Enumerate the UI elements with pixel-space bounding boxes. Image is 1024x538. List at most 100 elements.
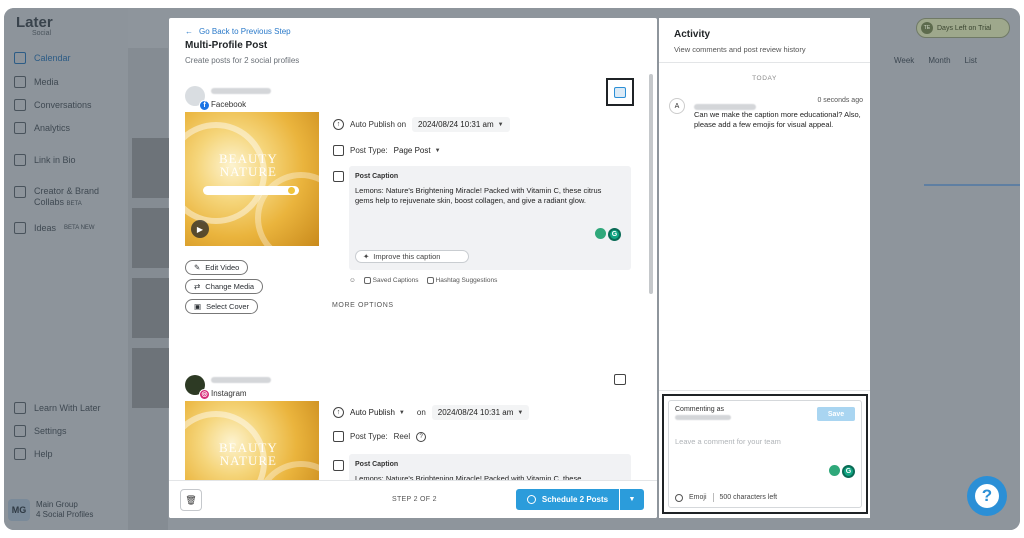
tab-list[interactable]: List <box>965 56 977 65</box>
lightbulb-icon <box>595 228 606 239</box>
caption-label: Post Caption <box>355 173 399 180</box>
sidebar-item-help[interactable]: Help <box>14 448 53 460</box>
caption-text[interactable]: Lemons: Nature's Brightening Miracle! Pa… <box>355 186 617 206</box>
emoji-button[interactable]: Emoji <box>689 494 707 501</box>
comment-toggle-button[interactable] <box>606 365 634 393</box>
trial-badge[interactable]: TE Days Left on Trial <box>916 18 1010 38</box>
analytics-icon <box>14 122 26 134</box>
caption-icon <box>333 171 344 182</box>
sidebar-item-label: Link in Bio <box>34 155 76 165</box>
publish-icon: ↑ <box>333 407 344 418</box>
trial-label: Days Left on Trial <box>937 24 992 32</box>
save-comment-button[interactable]: Save <box>817 407 855 421</box>
tab-week[interactable]: Week <box>894 56 914 65</box>
collabs-icon <box>14 186 26 198</box>
group-name: Main Group <box>36 500 78 509</box>
caption-icon <box>333 460 344 471</box>
caption-label: Post Caption <box>355 461 399 468</box>
post-type-icon <box>333 145 344 156</box>
sidebar-item-link-in-bio[interactable]: Link in Bio <box>14 154 76 166</box>
post-type-dropdown[interactable]: Page Post ▼ <box>394 143 447 158</box>
question-mark-icon: ? <box>975 484 999 508</box>
chevron-down-icon: ▼ <box>517 409 524 416</box>
help-button[interactable]: ? <box>967 476 1007 516</box>
sidebar-item-label: Help <box>34 449 53 459</box>
sidebar-item-settings[interactable]: Settings <box>14 425 67 437</box>
comment-toggle-button[interactable] <box>606 78 634 106</box>
calendar-thumbnail <box>132 278 172 338</box>
edit-video-button[interactable]: ✎ Edit Video <box>185 260 249 275</box>
play-icon[interactable]: ▶ <box>191 220 209 238</box>
help-icon <box>14 448 26 460</box>
group-switcher[interactable]: MG Main Group 4 Social Profiles <box>8 496 120 524</box>
post-type-label: Post Type: <box>350 146 388 155</box>
beta-badge: BETA <box>66 201 82 207</box>
commenting-as-label: Commenting as <box>675 406 731 422</box>
help-icon[interactable]: ? <box>416 431 427 442</box>
trial-avatar: TE <box>921 22 933 34</box>
publish-on-label: on <box>416 408 426 417</box>
ideas-icon <box>14 222 26 234</box>
post-media-preview[interactable]: BEAUTY NATURE ▶ <box>185 112 319 246</box>
hashtag-suggestions-button[interactable]: Hashtag Suggestions <box>426 277 497 284</box>
divider <box>659 62 870 63</box>
publish-date-dropdown[interactable]: 2024/08/24 10:31 am ▼ <box>412 117 510 132</box>
grammarly-widget[interactable]: G <box>595 228 621 241</box>
change-media-button[interactable]: ⇄ Change Media <box>185 279 264 294</box>
today-divider-label: TODAY <box>752 75 777 82</box>
caption-tools: ☺ Saved Captions Hashtag Suggestions <box>349 277 497 284</box>
chevron-down-icon: ▼ <box>497 121 504 128</box>
sidebar-item-label: Settings <box>34 426 67 436</box>
sidebar-item-learn[interactable]: Learn With Later <box>14 402 101 414</box>
saved-captions-button[interactable]: Saved Captions <box>363 277 419 284</box>
sidebar-item-label: Analytics <box>34 123 71 133</box>
publish-date-dropdown[interactable]: 2024/08/24 10:31 am ▼ <box>431 405 530 420</box>
sidebar-item-calendar[interactable]: Calendar <box>14 52 71 64</box>
post-type-value: Reel <box>393 432 411 441</box>
emoji-icon[interactable]: ☺ <box>349 277 356 284</box>
sidebar-item-collabs[interactable]: Creator & Brand Collabs BETA <box>14 186 108 210</box>
schedule-posts-button[interactable]: Schedule 2 Posts <box>516 489 619 510</box>
media-overlay-pill <box>203 186 299 195</box>
more-options-link[interactable]: MORE OPTIONS <box>332 302 394 309</box>
avatar: f <box>185 85 210 111</box>
sidebar-item-label: Ideas <box>34 223 57 233</box>
calendar-icon <box>14 52 26 64</box>
delete-button[interactable]: 🗑 <box>180 489 202 511</box>
comment-compose-box: Commenting as Save G Emoji 500 character… <box>662 394 868 514</box>
publish-mode-label: Auto Publish on <box>350 120 407 129</box>
emoji-icon[interactable] <box>675 493 683 502</box>
schedule-options-button[interactable]: ▼ <box>620 489 644 510</box>
publish-mode-dropdown[interactable]: Auto Publish ▼ <box>350 405 411 420</box>
activity-subtitle: View comments and post review history <box>674 45 806 54</box>
sidebar-item-analytics[interactable]: Analytics <box>14 122 70 134</box>
modal-subtitle: Create posts for 2 social profiles <box>185 56 300 65</box>
media-icon <box>14 76 26 88</box>
post-caption-box[interactable]: Post Caption Lemons: Nature's Brightenin… <box>349 166 631 270</box>
tab-month[interactable]: Month <box>928 56 950 65</box>
network-label: Instagram <box>211 389 247 398</box>
improve-caption-button[interactable]: ✦ Improve this caption <box>355 250 469 263</box>
comment-text: Can we make the caption more educational… <box>694 110 861 129</box>
commenter-name-redacted <box>675 415 731 420</box>
current-time-line <box>924 184 1020 186</box>
link-icon <box>14 154 26 166</box>
calendar-view-tabs: Week Month List <box>894 56 977 65</box>
sidebar-item-label: Media <box>34 77 59 87</box>
swap-icon: ⇄ <box>194 282 201 291</box>
sidebar-item-media[interactable]: Media <box>14 76 59 88</box>
publish-icon: ↑ <box>333 119 344 130</box>
comment-input[interactable] <box>675 437 855 467</box>
sidebar-item-conversations[interactable]: Conversations <box>14 99 92 111</box>
modal-scrollbar[interactable] <box>649 74 653 294</box>
chevron-down-icon: ▼ <box>398 409 405 416</box>
back-link[interactable]: ← Go Back to Previous Step <box>185 27 291 36</box>
sidebar-item-ideas[interactable]: Ideas BETA NEW <box>14 222 95 234</box>
select-cover-button[interactable]: ▣ Select Cover <box>185 299 259 314</box>
media-overlay-title: BEAUTY NATURE <box>219 151 278 179</box>
grammarly-widget[interactable]: G <box>829 465 855 478</box>
post-type-label: Post Type: <box>350 432 388 441</box>
calendar-thumbnails <box>128 48 172 530</box>
calendar-thumbnail <box>132 208 172 268</box>
compose-footer: Emoji 500 characters left <box>675 493 777 502</box>
